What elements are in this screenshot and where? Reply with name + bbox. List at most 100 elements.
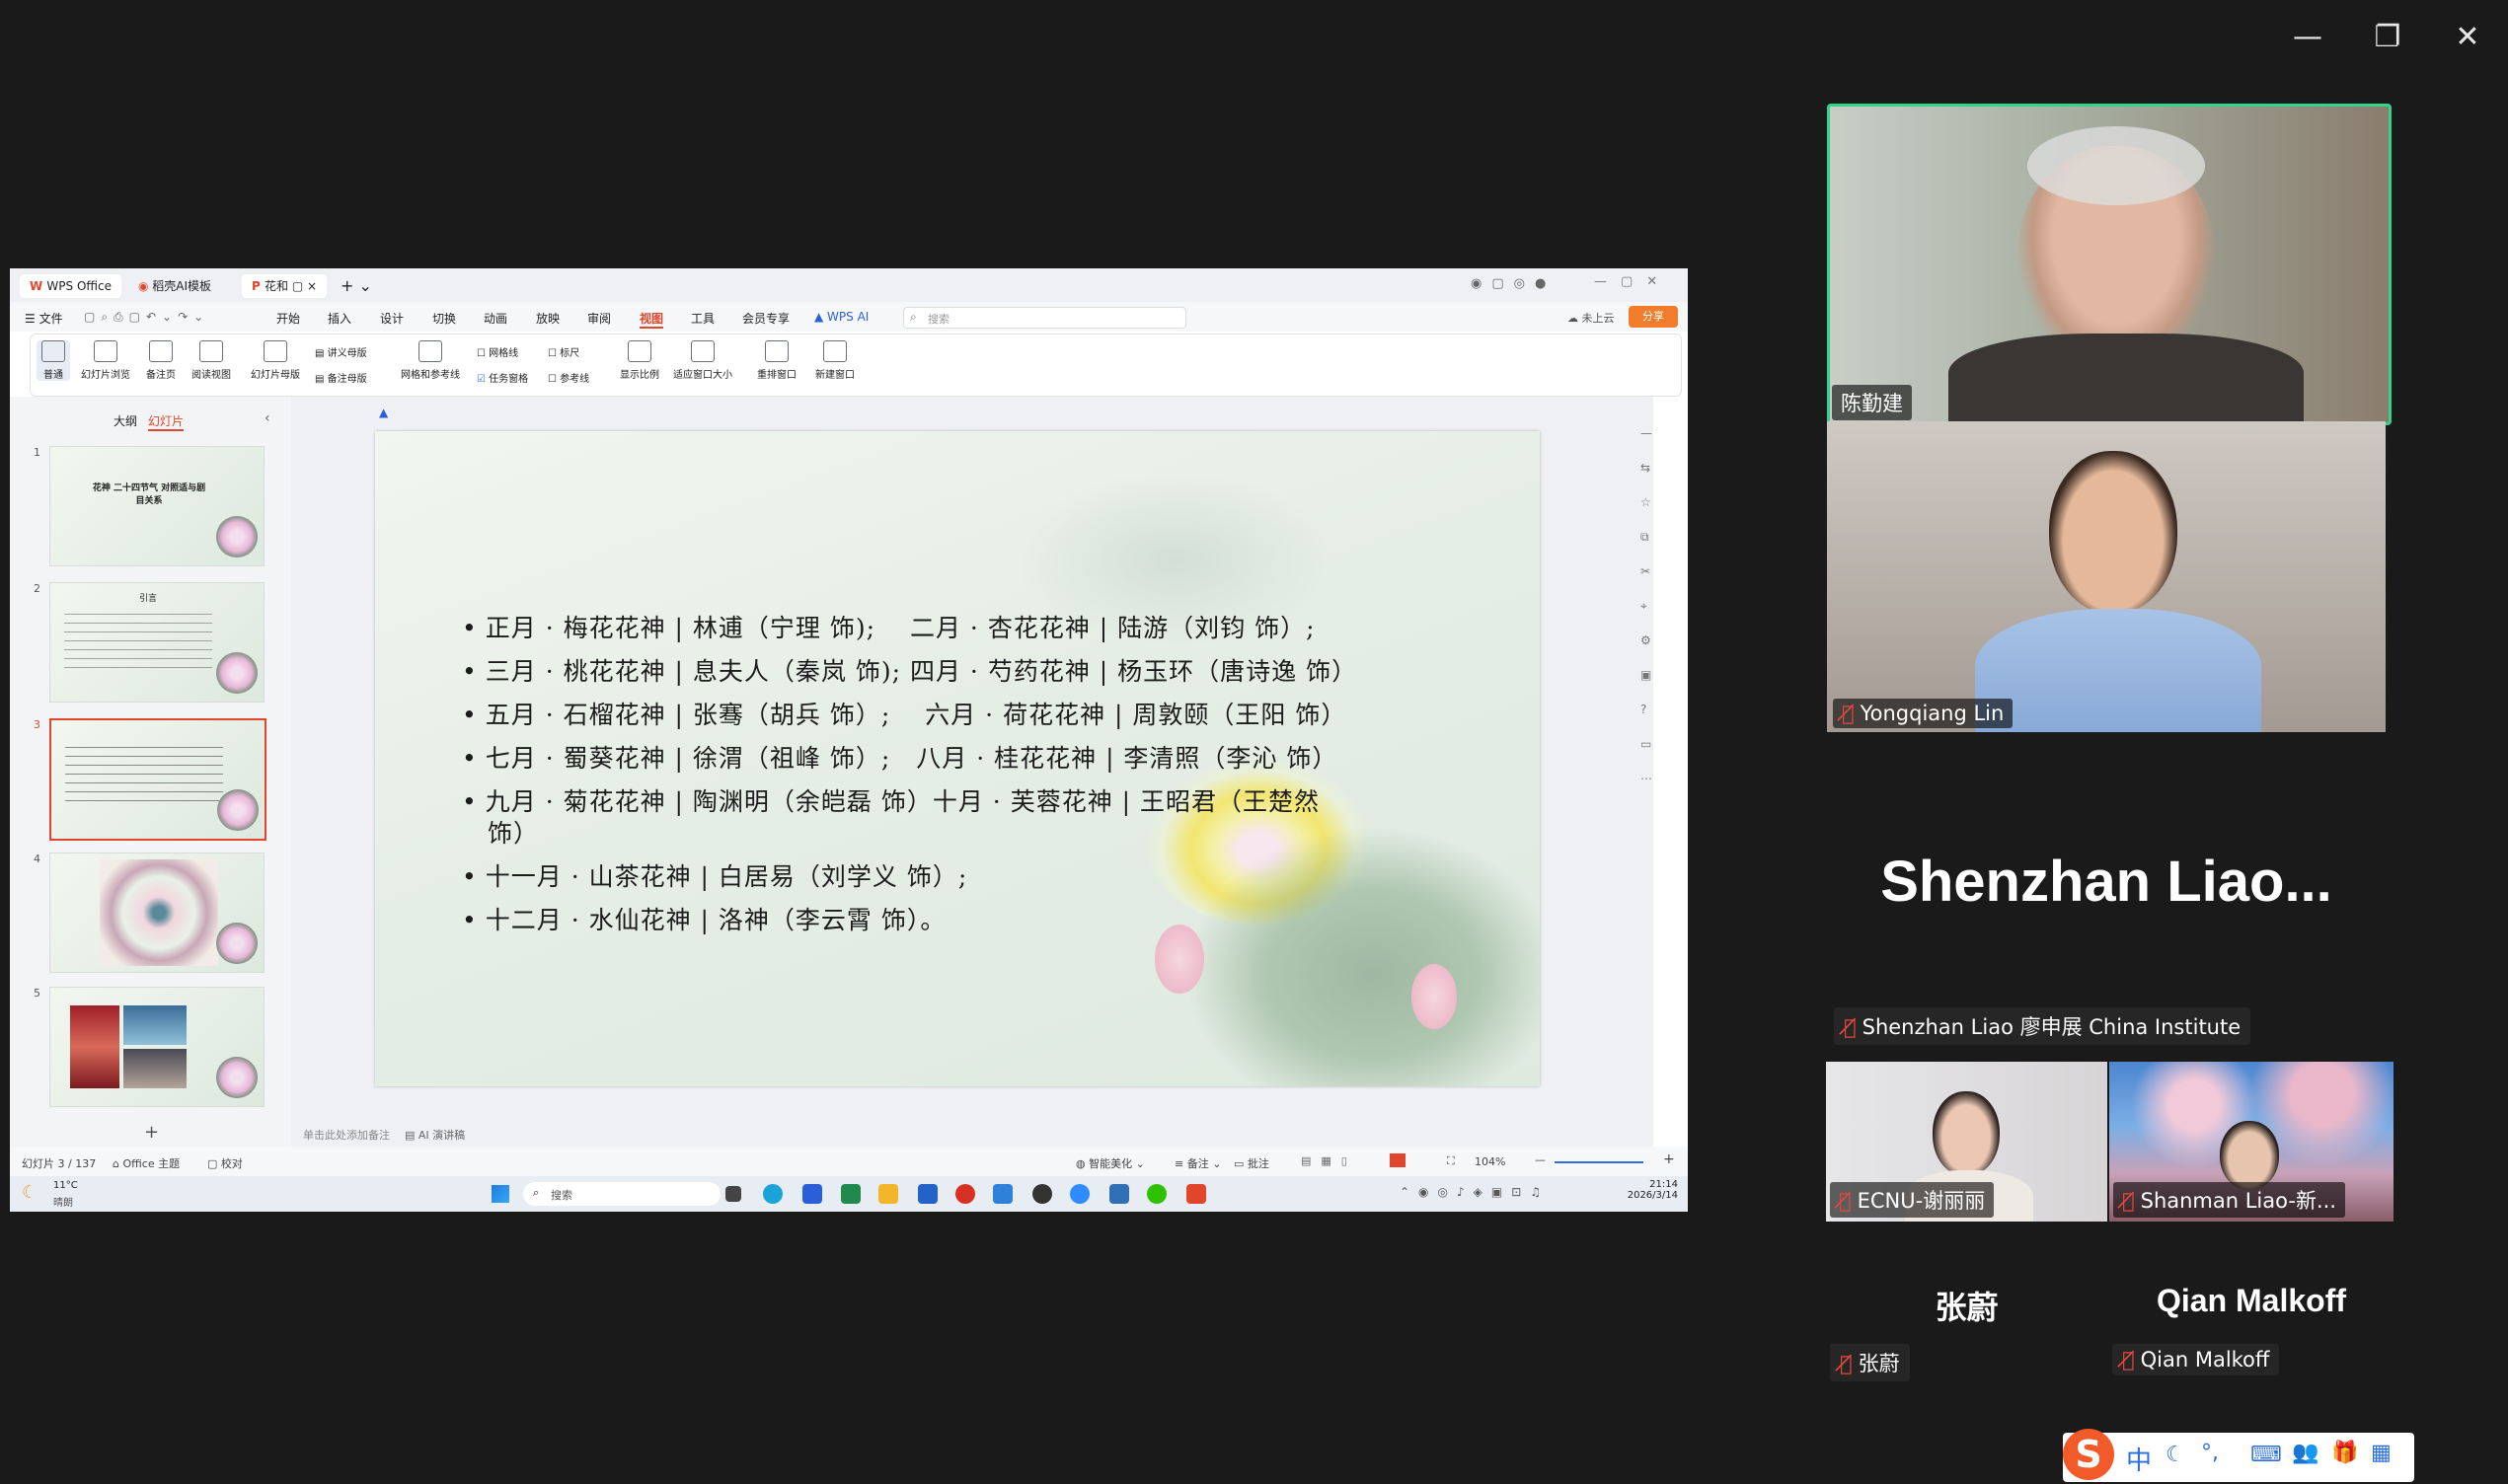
view-mode-icons[interactable]: ▤▦▯ [1301,1154,1357,1167]
gridlines-checkbox[interactable]: ☐ 网格线 [477,344,518,359]
participant-video-lin[interactable]: 🎙̸ Yongqiang Lin [1827,421,2386,732]
slide-thumbnail-2[interactable]: 引言 [49,582,265,703]
edge-icon[interactable] [763,1184,783,1204]
tab-document[interactable]: P 花和 ▢ × [242,274,328,298]
cloud-status[interactable]: ☁ 未上云 [1567,310,1615,326]
beautify-button[interactable]: ◍ 智能美化 ⌄ [1076,1155,1145,1171]
ruler-checkbox[interactable]: ☐ 标尺 [548,344,579,359]
zoom-out-button[interactable]: — [1535,1153,1546,1166]
tab-daoke[interactable]: ◉ 稻壳AI模板 [128,274,221,298]
excel-icon[interactable] [841,1184,861,1204]
zoom-ratio-button[interactable]: 显示比例 [615,340,664,381]
task-view-icon[interactable] [725,1186,741,1202]
user-icon[interactable]: 👥 [2292,1441,2318,1465]
menu-file[interactable]: ☰ 文件 [25,310,63,327]
taskbar-clock[interactable]: 21:14 2026/3/14 [1623,1179,1678,1201]
slide-thumbnail-5[interactable] [49,987,265,1107]
menu-review[interactable]: 审阅 [587,310,611,327]
gift-icon[interactable]: 🎁 [2331,1441,2358,1465]
search-box[interactable]: ⌕ 搜索 [903,307,1186,329]
ime-language-toggle[interactable]: 中 [2126,1441,2152,1477]
menu-home[interactable]: 开始 [276,310,300,327]
close-button[interactable]: ✕ [2448,18,2487,57]
new-window-button[interactable]: 新建窗口 [810,340,860,381]
lotus-image [216,1057,258,1098]
proof-button[interactable]: ▢ 校对 [207,1155,243,1171]
wps-icon[interactable] [1186,1184,1206,1204]
slide-thumbnail-1[interactable]: 花神 二十四节气 对照适与剧目关系 [49,446,265,566]
menu-transition[interactable]: 切换 [432,310,456,327]
notes-placeholder[interactable]: 单击此处添加备注 [303,1127,390,1143]
participant-video-shanman[interactable]: 🎙̸ Shanman Liao-新... [2109,1062,2394,1222]
system-tray-icons[interactable]: ⌃◉◎♪◈▣⊡♫ [1400,1185,1550,1199]
current-slide[interactable]: • 正月 · 梅花花神 | 林逋（宁理 饰); 二月 · 杏花花神 | 陆游（刘钧… [375,431,1540,1086]
view-reading-button[interactable]: 阅读视图 [187,340,236,381]
titlebar-icons[interactable]: ◉▢◎● [1471,276,1556,291]
theme-label[interactable]: ⌂ Office 主题 [113,1155,180,1171]
zoom-level[interactable]: 104% [1475,1155,1505,1168]
view-notes-page-button[interactable]: 备注页 [141,340,181,381]
add-slide-button[interactable]: + [144,1122,159,1143]
slide-master-button[interactable]: 幻灯片母版 [246,340,305,381]
app-window-controls[interactable]: —▢✕ [1594,274,1671,289]
slide-thumbnail-3[interactable] [49,718,266,841]
store-icon[interactable] [1109,1184,1129,1204]
notes-toggle[interactable]: ≡ 备注 ⌄ [1175,1155,1221,1171]
grid-guides-button[interactable]: 网格和参考线 [396,340,465,381]
fit-icon[interactable]: ⛶ [1447,1154,1455,1168]
share-button[interactable]: 分享 [1629,306,1678,328]
slides-tab[interactable]: 幻灯片 [148,412,185,431]
minimize-button[interactable]: — [2288,18,2327,57]
windows-start-icon[interactable] [492,1185,509,1203]
taskpane-checkbox[interactable]: ☑ 任务窗格 [477,370,528,385]
slide-thumbnail-4[interactable] [49,853,265,973]
new-tab-button[interactable]: + ⌄ [341,276,372,295]
play-slideshow-button[interactable] [1390,1153,1406,1167]
participant-video-xie[interactable]: 🎙̸ ECNU-谢丽丽 [1826,1062,2107,1222]
menu-design[interactable]: 设计 [380,310,404,327]
outlook-icon[interactable] [993,1184,1013,1204]
taskbar-search[interactable]: ⌕ 搜索 [523,1182,721,1206]
menu-tools[interactable]: 工具 [691,310,715,327]
wechat-icon[interactable] [1147,1184,1167,1204]
shared-screen[interactable]: W WPS Office ◉ 稻壳AI模板 P 花和 ▢ × + ⌄ ◉▢◎● … [10,268,1688,1212]
view-normal-button[interactable]: 普通 [37,340,70,381]
menu-view[interactable]: 视图 [640,310,664,329]
ai-notes-button[interactable]: ▤ AI 演讲稿 [405,1127,465,1143]
restore-button[interactable]: ❐ [2368,18,2407,57]
app-icon[interactable] [955,1184,975,1204]
menu-member[interactable]: 会员专享 [742,310,790,327]
moon-icon[interactable]: ☾ [2166,1443,2185,1467]
tab-wps-office[interactable]: W WPS Office [20,274,121,298]
ime-toolbar[interactable]: S 中 ☾ °, ⌨ 👥 🎁 ▦ [2063,1429,2414,1482]
bullet-line: • 正月 · 梅花花神 | 林逋（宁理 饰); 二月 · 杏花花神 | 陆游（刘钧… [462,614,1316,642]
arrange-window-button[interactable]: 重排窗口 [749,340,804,381]
collapse-panel-icon[interactable]: ‹ [265,410,270,426]
keyboard-icon[interactable]: ⌨ [2250,1443,2282,1467]
handout-master-button[interactable]: ▤ 讲义母版 [315,344,367,359]
zoom-in-button[interactable]: + [1663,1151,1675,1167]
menu-slideshow[interactable]: 放映 [536,310,560,327]
zoom-icon[interactable] [1070,1184,1090,1204]
app-icon[interactable] [802,1184,822,1204]
dell-icon[interactable] [1032,1184,1052,1204]
menu-wps-ai[interactable]: ▲ WPS AI [814,310,869,324]
zoom-slider[interactable] [1555,1161,1643,1163]
file-explorer-icon[interactable] [878,1184,898,1204]
wps-ai-float-icon[interactable]: ▲ [379,406,388,419]
menu-animation[interactable]: 动画 [484,310,507,327]
side-tool-icons[interactable]: — ⇆ ☆ ⧉ ✂ ⌖ ⚙ ▣? ▭ ⋯ [1640,416,1652,796]
comments-toggle[interactable]: ▭ 批注 [1234,1155,1269,1171]
sogou-logo-icon[interactable]: S [2063,1429,2114,1480]
notes-master-button[interactable]: ▤ 备注母版 [315,370,367,385]
fit-window-button[interactable]: 适应窗口大小 [670,340,735,381]
grid-menu-icon[interactable]: ▦ [2371,1441,2392,1465]
outline-tab[interactable]: 大纲 [114,412,137,429]
guides-checkbox[interactable]: ☐ 参考线 [548,370,589,385]
quick-access-toolbar[interactable]: ▢⌕⎙▢↶⌄↷⌄ [84,310,209,325]
menu-insert[interactable]: 插入 [328,310,351,327]
punctuation-icon[interactable]: °, [2201,1441,2219,1465]
participant-video-chen[interactable]: 陈勤建 [1827,104,2392,425]
word-icon[interactable] [918,1184,938,1204]
view-slide-browse-button[interactable]: 幻灯片浏览 [76,340,135,381]
